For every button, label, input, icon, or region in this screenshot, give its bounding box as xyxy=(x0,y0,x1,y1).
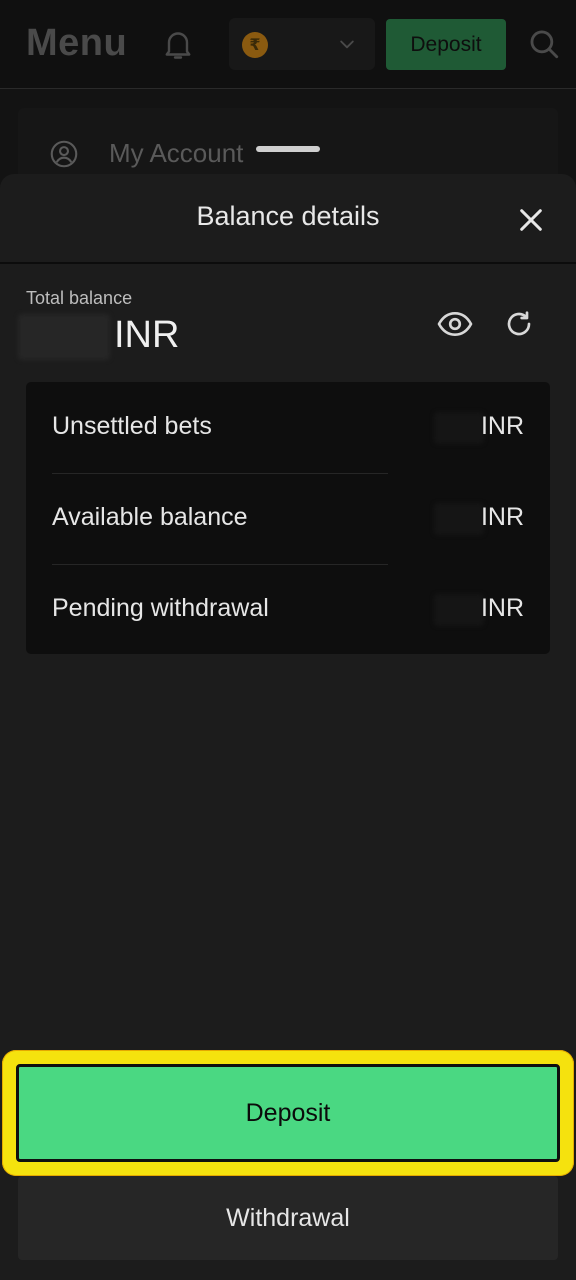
row-label: Available balance xyxy=(52,503,248,531)
menu-item-my-account[interactable]: My Account xyxy=(109,138,243,169)
balance-row-unsettled-bets: Unsettled bets INR xyxy=(26,382,550,472)
total-balance-value-masked xyxy=(18,314,110,360)
menu-title: Menu xyxy=(26,22,128,64)
row-currency: INR xyxy=(480,594,524,622)
total-balance-label: Total balance xyxy=(26,288,133,308)
refresh-icon[interactable] xyxy=(503,308,535,340)
row-currency: INR xyxy=(480,412,524,440)
balance-row-pending-withdrawal: Pending withdrawal INR xyxy=(26,564,550,654)
app-root: Menu ₹ Deposit My Account Balance detail… xyxy=(0,0,576,1280)
bell-icon[interactable] xyxy=(160,26,196,62)
chevron-down-icon xyxy=(340,40,354,49)
row-currency: INR xyxy=(480,503,524,531)
row-label: Pending withdrawal xyxy=(52,594,269,622)
balance-row-available-balance: Available balance INR xyxy=(26,473,550,563)
top-bar: Menu ₹ Deposit xyxy=(0,0,576,89)
row-label: Unsettled bets xyxy=(52,412,212,440)
sheet-title: Balance details xyxy=(196,201,380,231)
header-deposit-button[interactable]: Deposit xyxy=(386,19,506,70)
deposit-button[interactable]: Deposit xyxy=(16,1064,560,1162)
close-icon[interactable] xyxy=(515,204,547,236)
user-circle-icon xyxy=(50,140,78,168)
balance-breakdown-card: Unsettled bets INR Available balance INR… xyxy=(26,382,550,654)
rupee-coin-icon: ₹ xyxy=(242,32,268,58)
row-value-masked xyxy=(434,594,484,626)
row-value-masked xyxy=(434,503,484,535)
search-icon[interactable] xyxy=(527,27,561,61)
sheet-drag-handle[interactable] xyxy=(256,146,320,152)
withdrawal-button[interactable]: Withdrawal xyxy=(18,1176,558,1260)
eye-icon[interactable] xyxy=(436,308,474,340)
row-value-masked xyxy=(434,412,484,444)
currency-selector[interactable]: ₹ xyxy=(229,18,375,70)
total-balance-currency: INR xyxy=(114,314,180,356)
sheet-header: Balance details xyxy=(0,174,576,264)
